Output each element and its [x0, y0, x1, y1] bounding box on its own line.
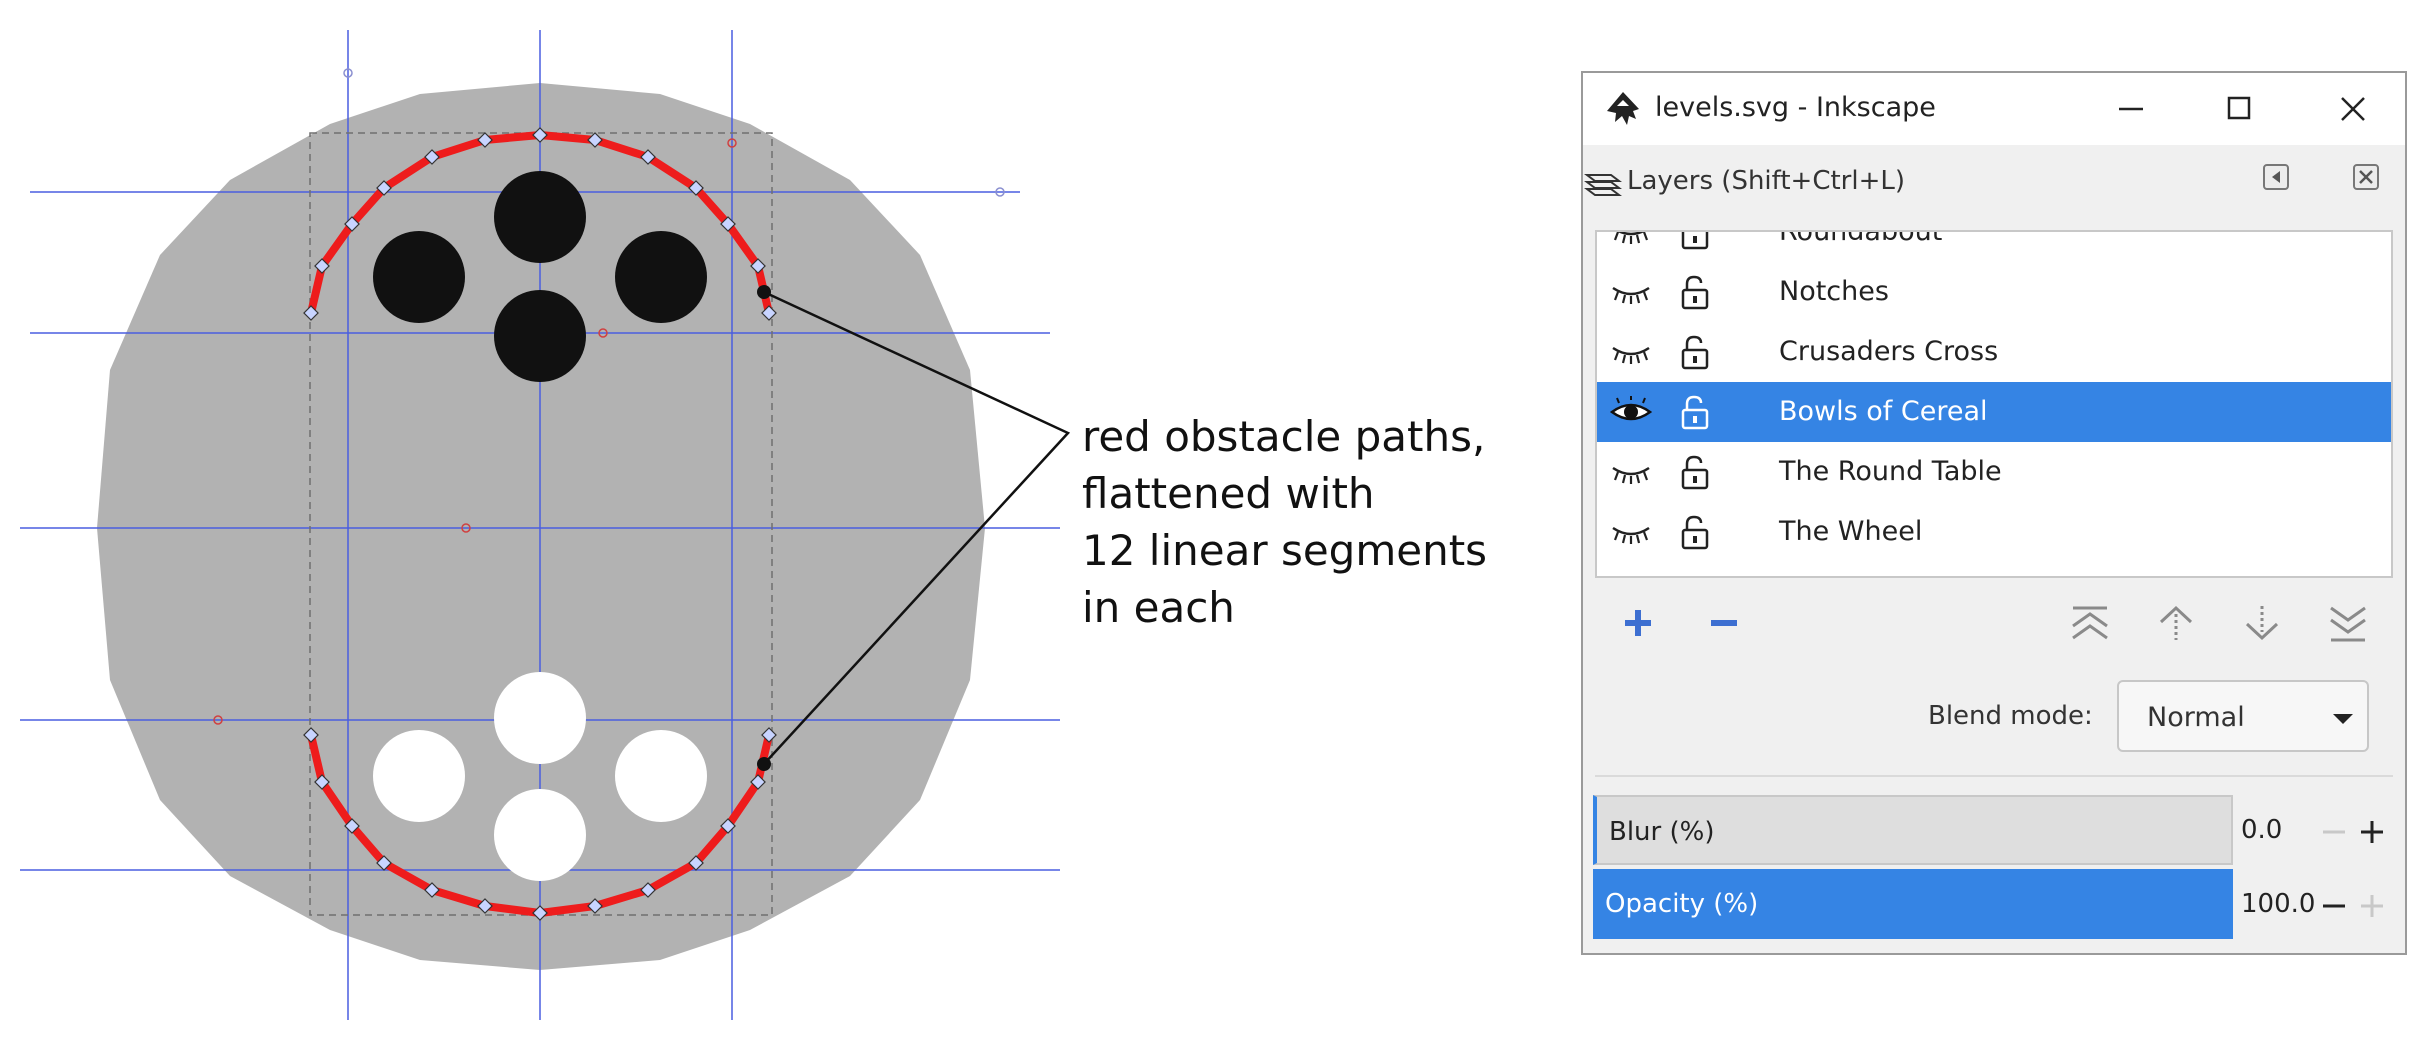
- layer-name: Crusaders Cross: [1779, 336, 1999, 367]
- layer-row[interactable]: The Wheel: [1597, 502, 2391, 562]
- minimize-button[interactable]: [2101, 85, 2161, 131]
- layer-to-bottom-button[interactable]: [2325, 600, 2371, 646]
- minimize-icon: [2119, 107, 2143, 111]
- opacity-slider-row: Opacity (%) 100.0: [1593, 869, 2395, 939]
- layer-name: The Wheel: [1779, 516, 1923, 547]
- close-panel-button[interactable]: [2349, 160, 2383, 194]
- layer-up-button[interactable]: [2153, 600, 2199, 646]
- inkscape-window: levels.svg - Inkscape Layers (Shift+Ctrl…: [1581, 71, 2407, 955]
- filled-circle: [373, 231, 465, 323]
- add-layer-icon: [1625, 610, 1651, 636]
- blur-value[interactable]: 0.0: [2241, 815, 2282, 845]
- unlocked-icon[interactable]: [1679, 454, 1713, 492]
- separator: [1595, 775, 2393, 777]
- eye-closed-icon[interactable]: [1609, 230, 1653, 248]
- hole-circle: [494, 789, 586, 881]
- minus-icon[interactable]: [2319, 891, 2349, 921]
- blur-slider[interactable]: Blur (%): [1593, 795, 2233, 865]
- close-panel-icon: [2353, 164, 2379, 190]
- layer-name: Roundabout: [1779, 230, 1943, 247]
- filled-circle: [615, 231, 707, 323]
- plus-icon[interactable]: [2357, 817, 2387, 847]
- title-bar[interactable]: levels.svg - Inkscape: [1583, 73, 2405, 145]
- layer-to-bottom-icon: [2330, 606, 2366, 642]
- eye-closed-icon[interactable]: [1609, 456, 1653, 488]
- annotation-line: in each: [1082, 583, 1235, 632]
- eye-closed-icon[interactable]: [1609, 516, 1653, 548]
- hole-circle: [615, 730, 707, 822]
- layer-row-selected[interactable]: Bowls of Cereal: [1597, 382, 2391, 442]
- minus-icon[interactable]: [2319, 817, 2349, 847]
- hole-circle: [373, 730, 465, 822]
- undock-icon: [2263, 164, 2289, 190]
- close-icon: [2341, 97, 2365, 121]
- hole-circle: [494, 672, 586, 764]
- layer-to-top-button[interactable]: [2067, 600, 2113, 646]
- layers-dock-title: Layers (Shift+Ctrl+L): [1627, 166, 1906, 196]
- layer-down-icon: [2245, 606, 2279, 641]
- maximize-icon: [2227, 96, 2251, 120]
- undock-button[interactable]: [2259, 160, 2293, 194]
- plus-icon[interactable]: [2357, 891, 2387, 921]
- layer-name: Notches: [1779, 276, 1889, 307]
- blend-mode-value: Normal: [2147, 702, 2245, 733]
- layer-down-button[interactable]: [2239, 600, 2285, 646]
- opacity-value[interactable]: 100.0: [2241, 889, 2315, 919]
- window-title: levels.svg - Inkscape: [1655, 92, 1936, 123]
- annotation-line: 12 linear segments: [1082, 526, 1488, 575]
- callout-dot: [757, 757, 771, 771]
- unlocked-icon[interactable]: [1679, 514, 1713, 552]
- unlocked-icon[interactable]: [1679, 230, 1713, 252]
- blend-mode-label: Blend mode:: [1928, 701, 2093, 731]
- blend-mode-select[interactable]: Normal: [2117, 680, 2369, 752]
- opacity-label: Opacity (%): [1605, 889, 1759, 919]
- layer-row[interactable]: Roundabout: [1597, 230, 2391, 262]
- annotation-line: flattened with: [1082, 469, 1375, 518]
- callout-dot: [757, 285, 771, 299]
- maximize-button[interactable]: [2209, 85, 2269, 131]
- callout-annotation: red obstacle paths, flattened with 12 li…: [1082, 408, 1562, 636]
- chevron-down-icon: [2333, 714, 2353, 724]
- unlocked-icon[interactable]: [1679, 394, 1713, 432]
- layer-list[interactable]: Roundabout Notches Crusaders Cross Bowls…: [1595, 230, 2393, 578]
- layer-to-top-icon: [2072, 606, 2108, 640]
- eye-closed-icon[interactable]: [1609, 276, 1653, 308]
- inkscape-logo-icon: [1607, 92, 1639, 125]
- remove-layer-icon: [1711, 620, 1737, 626]
- blur-slider-row: Blur (%) 0.0: [1593, 795, 2395, 865]
- eye-closed-icon[interactable]: [1609, 336, 1653, 368]
- remove-layer-button[interactable]: [1701, 600, 1747, 646]
- layer-name: Bowls of Cereal: [1779, 396, 1988, 427]
- eye-open-icon[interactable]: [1609, 396, 1653, 428]
- unlocked-icon[interactable]: [1679, 274, 1713, 312]
- annotation-line: red obstacle paths,: [1082, 412, 1486, 461]
- unlocked-icon[interactable]: [1679, 334, 1713, 372]
- layer-row[interactable]: Notches: [1597, 262, 2391, 322]
- opacity-slider[interactable]: Opacity (%): [1593, 869, 2233, 939]
- blur-label: Blur (%): [1609, 817, 1715, 847]
- filled-circle: [494, 290, 586, 382]
- layer-up-icon: [2159, 605, 2193, 640]
- layer-row[interactable]: Crusaders Cross: [1597, 322, 2391, 382]
- filled-circle: [494, 171, 586, 263]
- close-window-button[interactable]: [2323, 85, 2383, 131]
- layer-row[interactable]: The Round Table: [1597, 442, 2391, 502]
- add-layer-button[interactable]: [1615, 600, 1661, 646]
- layer-name: The Round Table: [1779, 456, 2002, 487]
- layers-icon: [1584, 174, 1622, 196]
